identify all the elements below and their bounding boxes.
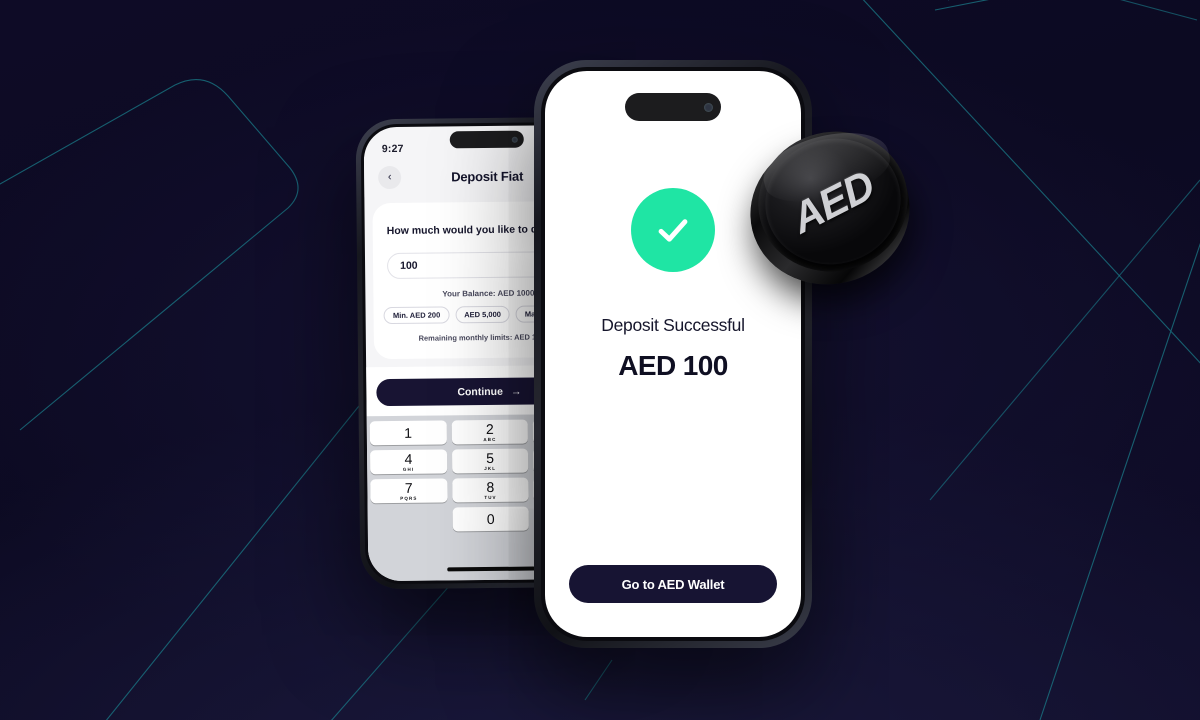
go-to-wallet-button[interactable]: Go to AED Wallet bbox=[569, 565, 777, 603]
amount-input-value: 100 bbox=[400, 259, 418, 272]
keypad-key[interactable]: 5 JKL bbox=[451, 448, 529, 474]
check-circle-icon bbox=[631, 188, 715, 272]
front-camera-icon bbox=[511, 136, 518, 143]
scene-background: 9:27 ‹ Deposit Fiat How much would you l… bbox=[0, 0, 1200, 720]
keypad-spacer bbox=[371, 507, 448, 532]
keypad-key[interactable]: 4 GHI bbox=[370, 449, 447, 475]
keypad-key[interactable]: 2 ABC bbox=[451, 419, 529, 445]
success-title: Deposit Successful bbox=[601, 315, 745, 335]
keypad-key[interactable]: 1 bbox=[369, 420, 447, 446]
aed-coin-graphic: AED bbox=[734, 115, 926, 302]
keypad-key[interactable]: 7 PQRS bbox=[370, 478, 448, 504]
keypad-key[interactable]: 0 bbox=[452, 506, 530, 532]
front-camera-icon bbox=[704, 102, 713, 112]
go-to-wallet-label: Go to AED Wallet bbox=[621, 576, 725, 592]
status-bar-time: 9:27 bbox=[381, 142, 404, 156]
arrow-right-icon: → bbox=[510, 385, 522, 398]
dynamic-island bbox=[625, 93, 721, 121]
chip-suggested[interactable]: AED 5,000 bbox=[455, 305, 510, 324]
success-amount: AED 100 bbox=[618, 350, 728, 381]
continue-button-label: Continue bbox=[457, 385, 503, 398]
chip-min[interactable]: Min. AED 200 bbox=[383, 306, 450, 325]
dynamic-island bbox=[449, 130, 524, 149]
keypad-key[interactable]: 8 TUV bbox=[451, 477, 529, 503]
check-mark-icon bbox=[658, 219, 688, 242]
